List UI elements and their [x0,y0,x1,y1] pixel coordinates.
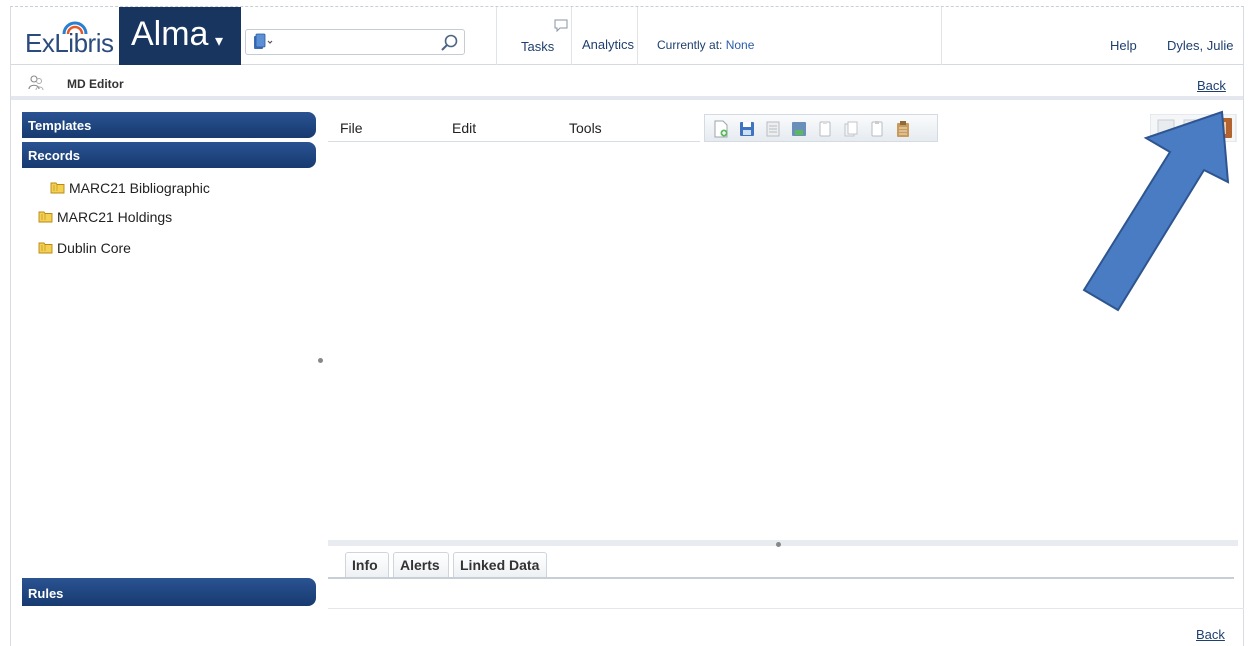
horizontal-splitter-handle[interactable] [776,542,781,547]
help-link[interactable]: Help [1110,38,1137,53]
tree-item-label: MARC21 Bibliographic [69,180,210,196]
copy-icon[interactable] [817,120,833,138]
search-type-icon[interactable] [252,33,274,51]
new-record-icon[interactable] [713,120,729,138]
tree-item-marc21-bibliographic[interactable]: MARC21 Bibliographic [50,180,210,196]
divider [496,7,497,65]
tab-info[interactable]: Info [345,552,389,577]
analytics-link[interactable]: Analytics [582,37,634,52]
editor-toolbar [704,114,938,142]
tree-item-marc21-holdings[interactable]: MARC21 Holdings [38,209,172,225]
vertical-splitter-handle[interactable] [318,358,323,363]
tasks-link[interactable]: Tasks [521,39,554,54]
tab-alerts[interactable]: Alerts [393,552,449,577]
paste-icon[interactable] [869,120,885,138]
currently-at[interactable]: Currently at: None [657,38,754,52]
folder-icon [50,182,65,194]
clipboard-icon[interactable] [895,120,911,138]
release-record-icon[interactable] [765,120,781,138]
tabs-divider [328,577,1234,579]
top-bar: ExLibris Alma ▾ Tasks Analytics Currentl… [11,7,1243,65]
editor-bottom-edge [328,540,1238,546]
records-header[interactable]: Records [22,142,316,168]
folder-icon [38,242,53,254]
menu-edit[interactable]: Edit [452,120,476,136]
back-link-top[interactable]: Back [1197,78,1226,93]
menu-tools[interactable]: Tools [569,120,602,136]
page-title: MD Editor [67,77,124,91]
tab-linked-data[interactable]: Linked Data [453,552,547,577]
templates-header[interactable]: Templates [22,112,316,138]
divider [571,7,572,65]
alma-logo-text: Alma [131,15,209,53]
currently-at-value: None [725,38,755,52]
editor-menubar: File Edit Tools [328,112,700,142]
exlibris-arc-icon [62,21,88,35]
alma-menu-button[interactable]: Alma ▾ [119,7,241,65]
divider [637,7,638,65]
persistent-search [245,29,465,55]
tree-item-dublin-core[interactable]: Dublin Core [38,240,131,256]
back-link-bottom[interactable]: Back [1196,627,1225,642]
rules-header[interactable]: Rules [22,578,316,606]
users-icon [28,75,44,91]
caret-down-icon: ▾ [215,33,224,50]
page-header: MD Editor Back [11,66,1243,100]
tree-item-label: MARC21 Holdings [57,209,173,225]
save-and-release-icon[interactable] [791,120,807,138]
search-input[interactable] [282,32,432,52]
search-icon[interactable] [438,32,460,54]
folder-icon [38,211,53,223]
duplicate-icon[interactable] [843,120,859,138]
tree-item-label: Dublin Core [57,240,131,256]
footer-divider [328,608,1244,609]
annotation-arrow-icon [1082,110,1230,312]
save-icon[interactable] [739,120,755,138]
tasks-bubble-icon [554,19,568,33]
currently-at-label: Currently at: [657,38,723,52]
left-navigation-panel: Templates Records MARC21 Bibliographic M… [22,112,318,608]
user-menu[interactable]: Dyles, Julie [1167,38,1233,53]
menu-file[interactable]: File [340,120,363,136]
divider [941,7,942,65]
